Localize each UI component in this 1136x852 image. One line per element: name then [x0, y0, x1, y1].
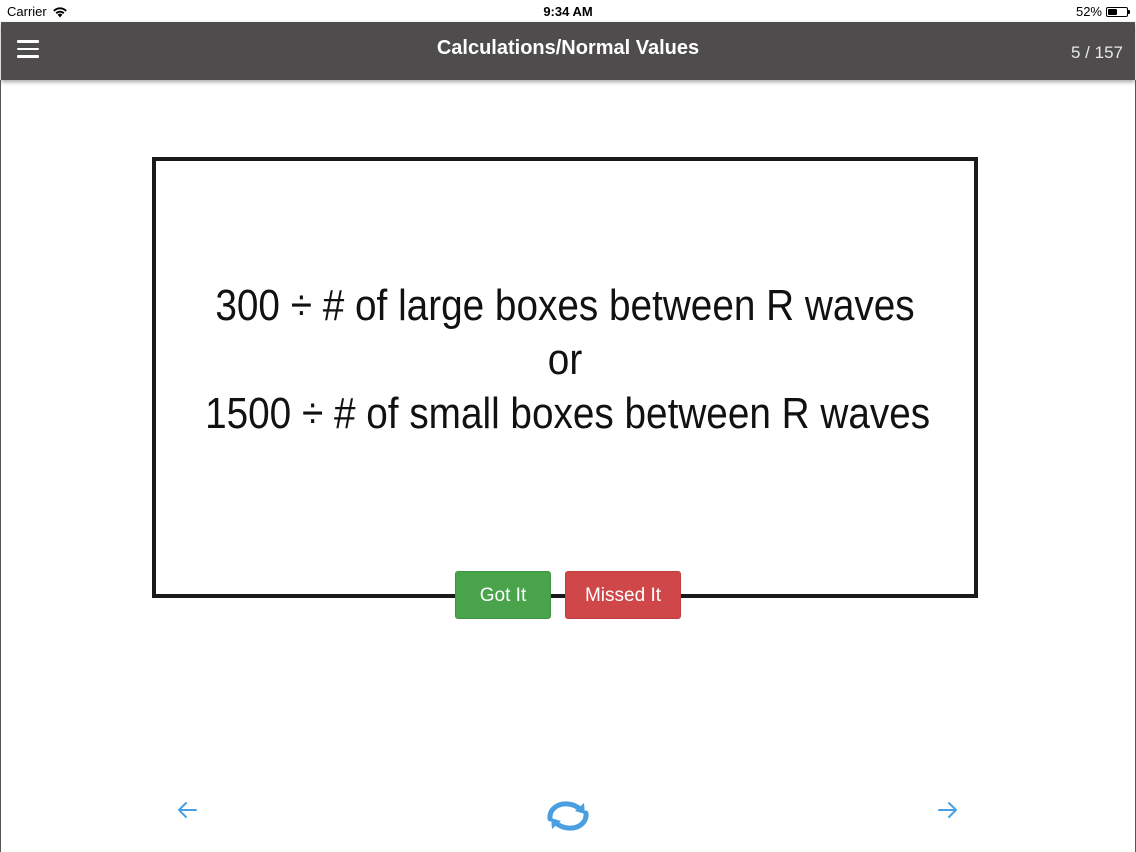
- battery-area: 52%: [1075, 4, 1130, 19]
- status-bar: Carrier 9:34 AM 52%: [0, 0, 1136, 22]
- flashcard-line-1: 300 ÷ # of large boxes between R waves: [215, 281, 915, 330]
- refresh-icon[interactable]: [544, 798, 592, 834]
- got-it-button[interactable]: Got It: [455, 571, 551, 619]
- battery-percent: 52%: [1075, 4, 1102, 19]
- flashcard-line-2: or: [547, 335, 583, 384]
- flashcard-text: 300 ÷ # of large boxes between R waves o…: [205, 279, 931, 441]
- missed-it-button[interactable]: Missed It: [565, 571, 681, 619]
- clock: 9:34 AM: [543, 4, 593, 19]
- page-title: Calculations/Normal Values: [436, 37, 700, 59]
- left-edge-divider: [0, 80, 1, 852]
- card-counter: 5 / 157: [1071, 43, 1123, 62]
- battery-fill: [1108, 8, 1117, 15]
- flashcard[interactable]: 300 ÷ # of large boxes between R waves o…: [152, 157, 978, 598]
- flashcard-line-3: 1500 ÷ # of small boxes between R waves: [205, 389, 931, 438]
- battery-icon: [1106, 6, 1130, 17]
- nav-bar: Calculations/Normal Values 5 / 157: [1, 22, 1135, 80]
- arrow-left-icon[interactable]: [176, 800, 198, 820]
- arrow-right-icon[interactable]: [937, 800, 959, 820]
